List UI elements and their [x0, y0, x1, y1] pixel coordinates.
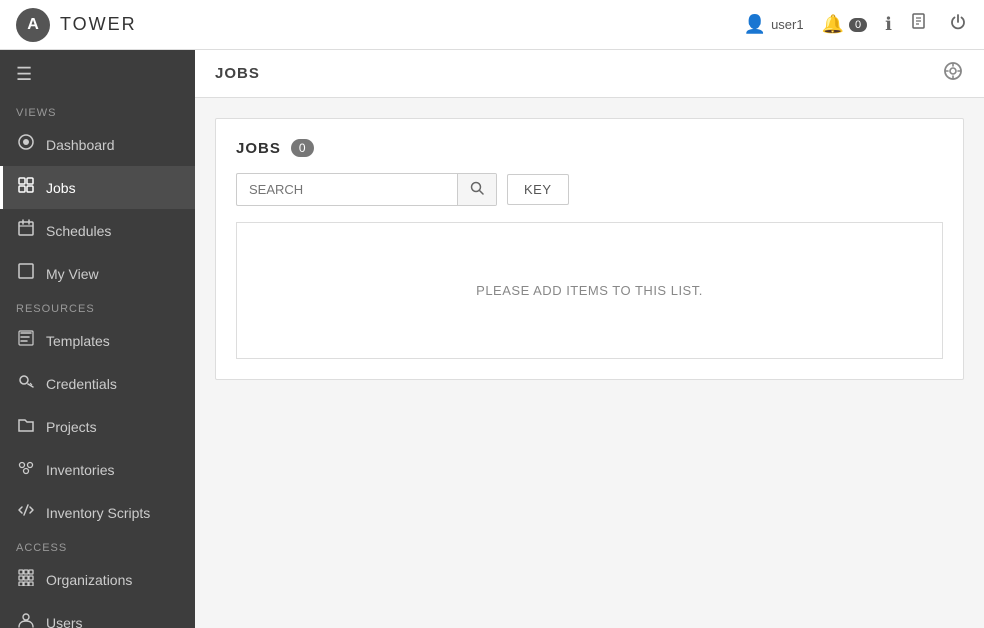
empty-list-message: PLEASE ADD ITEMS TO THIS LIST. [236, 222, 943, 359]
my-view-icon [16, 262, 36, 285]
notifications-group[interactable]: 🔔 0 [822, 14, 868, 35]
main-content: JOBS JOBS 0 [195, 50, 984, 628]
sidebar-item-my-view[interactable]: My View [0, 252, 195, 295]
page-header: JOBS [195, 50, 984, 98]
sidebar-item-schedules[interactable]: Schedules [0, 209, 195, 252]
credentials-icon [16, 372, 36, 395]
sidebar-item-dashboard[interactable]: Dashboard [0, 123, 195, 166]
notification-badge: 0 [849, 18, 867, 32]
access-section-label: ACCESS [0, 534, 195, 558]
page-settings-icon[interactable] [942, 60, 964, 88]
inventory-scripts-icon [16, 501, 36, 524]
sidebar-item-users[interactable]: Users [0, 601, 195, 628]
sidebar-item-inventory-scripts[interactable]: Inventory Scripts [0, 491, 195, 534]
power-icon[interactable] [948, 12, 968, 37]
templates-icon [16, 329, 36, 352]
jobs-card: JOBS 0 KEY [215, 118, 964, 380]
organizations-icon [16, 568, 36, 591]
docs-icon[interactable] [910, 12, 930, 37]
users-icon [16, 611, 36, 628]
sidebar-label-schedules: Schedules [46, 223, 111, 239]
user-icon: 👤 [744, 14, 766, 35]
views-section-label: VIEWS [0, 99, 195, 123]
search-input[interactable] [237, 175, 457, 204]
username-label: user1 [771, 17, 804, 32]
resources-section-label: RESOURCES [0, 295, 195, 319]
sidebar-label-inventory-scripts: Inventory Scripts [46, 505, 150, 521]
sidebar-label-credentials: Credentials [46, 376, 117, 392]
info-icon[interactable]: ℹ [885, 14, 892, 35]
app-logo: A [16, 8, 50, 42]
inventories-icon [16, 458, 36, 481]
header-right: 👤 user1 🔔 0 ℹ [744, 12, 968, 37]
sidebar-item-jobs[interactable]: Jobs [0, 166, 195, 209]
sidebar: ☰ VIEWS Dashboard Jobs [0, 50, 195, 628]
card-title: JOBS [236, 140, 281, 157]
top-header: A TOWER 👤 user1 🔔 0 ℹ [0, 0, 984, 50]
sidebar-label-my-view: My View [46, 266, 99, 282]
jobs-count-badge: 0 [291, 139, 314, 157]
card-header: JOBS 0 [236, 139, 943, 157]
notifications-icon: 🔔 [822, 14, 844, 35]
sidebar-label-dashboard: Dashboard [46, 137, 115, 153]
sidebar-menu-button[interactable]: ☰ [0, 50, 195, 99]
sidebar-item-inventories[interactable]: Inventories [0, 448, 195, 491]
sidebar-label-users: Users [46, 615, 83, 628]
search-button[interactable] [457, 174, 496, 205]
sidebar-label-organizations: Organizations [46, 572, 132, 588]
user-info[interactable]: 👤 user1 [744, 14, 804, 35]
projects-icon [16, 415, 36, 438]
key-button[interactable]: KEY [507, 174, 569, 205]
sidebar-label-projects: Projects [46, 419, 97, 435]
sidebar-item-projects[interactable]: Projects [0, 405, 195, 448]
sidebar-item-credentials[interactable]: Credentials [0, 362, 195, 405]
header-left: A TOWER [16, 8, 137, 42]
search-row: KEY [236, 173, 943, 206]
sidebar-label-templates: Templates [46, 333, 110, 349]
search-box [236, 173, 497, 206]
schedules-icon [16, 219, 36, 242]
app-title: TOWER [60, 14, 137, 35]
dashboard-icon [16, 133, 36, 156]
jobs-icon [16, 176, 36, 199]
content-area: JOBS 0 KEY [195, 98, 984, 628]
sidebar-item-organizations[interactable]: Organizations [0, 558, 195, 601]
page-title: JOBS [215, 65, 260, 82]
sidebar-label-inventories: Inventories [46, 462, 114, 478]
sidebar-item-templates[interactable]: Templates [0, 319, 195, 362]
sidebar-label-jobs: Jobs [46, 180, 76, 196]
app-layout: ☰ VIEWS Dashboard Jobs [0, 50, 984, 628]
